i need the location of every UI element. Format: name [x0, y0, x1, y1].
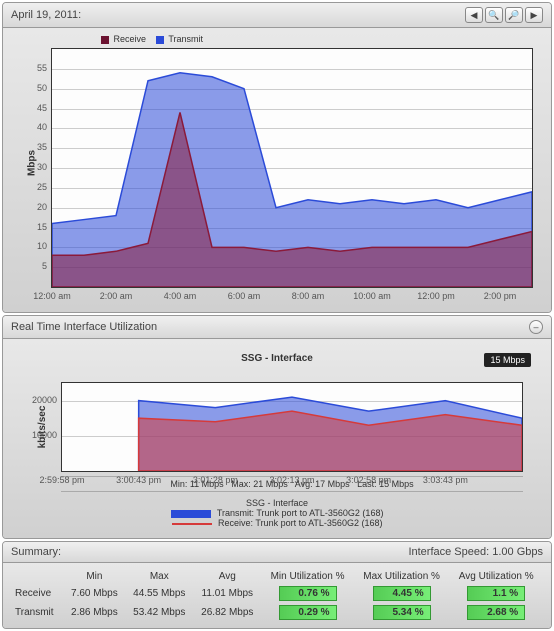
main-legend: Receive Transmit — [101, 34, 203, 44]
main-chart: Receive Transmit Mbps 12:00 am2:00 am4:0… — [51, 38, 533, 288]
receive-swatch-icon — [172, 523, 212, 525]
realtime-chart: kbits/sec 2:59:58 pm3:00:43 pm3:01:28 pm… — [61, 382, 523, 472]
summary-body: MinMaxAvgMin Utilization %Max Utilizatio… — [3, 563, 551, 628]
reset-zoom-button[interactable]: 🔎 — [505, 7, 523, 23]
prev-button[interactable]: ◀ — [465, 7, 483, 23]
date-label: April 19, 2011: — [11, 9, 81, 21]
realtime-chart-body: SSG - Interface 15 Mbps kbits/sec 2:59:5… — [3, 339, 551, 538]
legend-receive-label: Receive — [114, 34, 147, 44]
table-row: Transmit 2.86 Mbps 53.42 Mbps 26.82 Mbps… — [11, 603, 543, 622]
transmit-swatch-icon — [171, 510, 211, 518]
header-toolbar: ◀ 🔍 🔎 ▶ — [465, 7, 543, 23]
realtime-legend: SSG - Interface Transmit: Trunk port to … — [11, 492, 543, 534]
realtime-title: SSG - Interface — [11, 353, 543, 364]
collapse-button[interactable]: – — [529, 320, 543, 334]
main-chart-panel: April 19, 2011: ◀ 🔍 🔎 ▶ Receive Transmit… — [2, 2, 552, 313]
realtime-panel: Real Time Interface Utilization – SSG - … — [2, 315, 552, 539]
realtime-header: Real Time Interface Utilization – — [3, 316, 551, 339]
realtime-legend-receive: Receive: Trunk port to ATL-3560G2 (168) — [218, 518, 382, 528]
main-plot-area: 12:00 am2:00 am4:00 am6:00 am8:00 am10:0… — [51, 48, 533, 288]
summary-panel: Summary: Interface Speed: 1.00 Gbps MinM… — [2, 541, 552, 629]
realtime-legend-caption: SSG - Interface — [17, 498, 537, 508]
main-panel-header: April 19, 2011: ◀ 🔍 🔎 ▶ — [3, 3, 551, 28]
zoom-button[interactable]: 🔍 — [485, 7, 503, 23]
interface-speed-label: Interface Speed: 1.00 Gbps — [408, 546, 543, 558]
summary-header: Summary: Interface Speed: 1.00 Gbps — [3, 542, 551, 563]
summary-table: MinMaxAvgMin Utilization %Max Utilizatio… — [11, 569, 543, 622]
next-button[interactable]: ▶ — [525, 7, 543, 23]
realtime-legend-transmit: Transmit: Trunk port to ATL-3560G2 (168) — [217, 508, 384, 518]
table-row: Receive 7.60 Mbps 44.55 Mbps 11.01 Mbps … — [11, 584, 543, 603]
realtime-ylabel: kbits/sec — [37, 406, 48, 449]
realtime-badge: 15 Mbps — [484, 353, 531, 367]
legend-transmit-label: Transmit — [168, 34, 203, 44]
transmit-swatch — [156, 36, 164, 44]
summary-header-label: Summary: — [11, 546, 61, 558]
main-chart-body: Receive Transmit Mbps 12:00 am2:00 am4:0… — [3, 28, 551, 312]
summary-header-row: MinMaxAvgMin Utilization %Max Utilizatio… — [11, 569, 543, 584]
receive-swatch — [101, 36, 109, 44]
realtime-header-label: Real Time Interface Utilization — [11, 321, 157, 333]
realtime-plot-area: 2:59:58 pm3:00:43 pm3:01:28 pm3:02:13 pm… — [61, 382, 523, 472]
